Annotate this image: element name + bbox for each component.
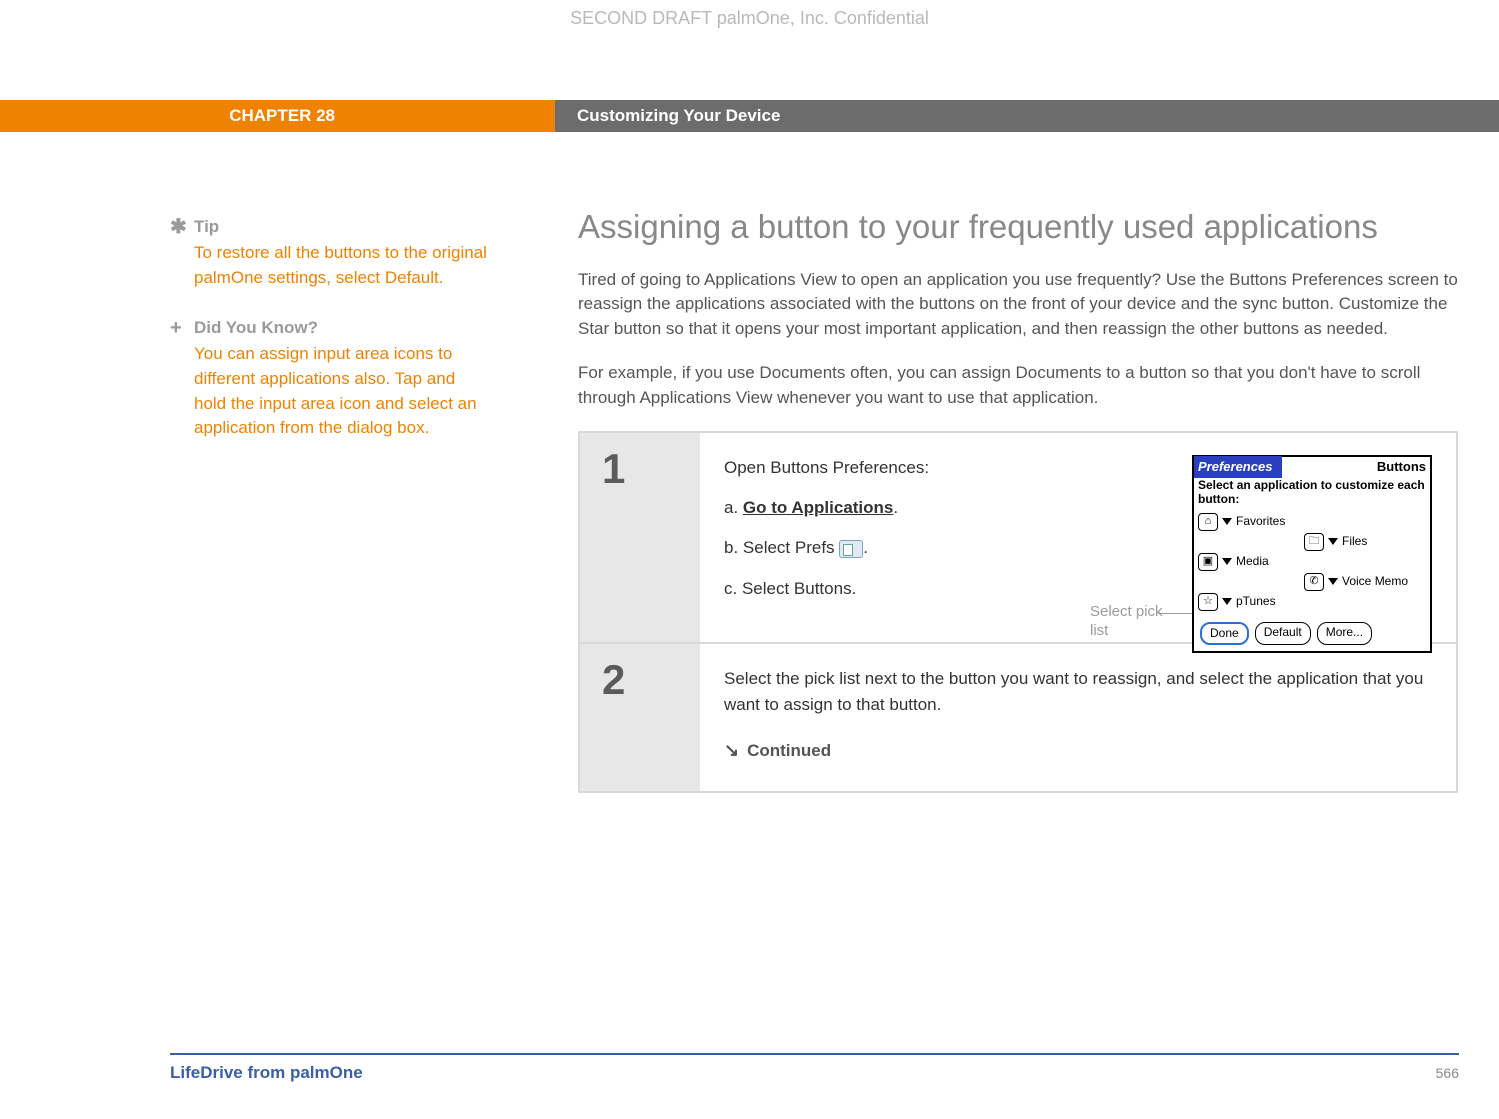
asterisk-icon: ✱ bbox=[170, 217, 194, 237]
palm-label-media: Media bbox=[1236, 552, 1269, 571]
tip-heading: Tip bbox=[194, 217, 219, 237]
chapter-number: CHAPTER 28 bbox=[0, 100, 555, 132]
palm-row-files: 🗀 Files bbox=[1304, 532, 1367, 551]
star-icon: ☆ bbox=[1198, 593, 1218, 611]
step-1a: a. Go to Applications. bbox=[724, 495, 1084, 521]
page-title: Assigning a button to your frequently us… bbox=[578, 205, 1458, 250]
tip-block: ✱ Tip To restore all the buttons to the … bbox=[170, 217, 490, 290]
step-1c: c. Select Buttons. bbox=[724, 576, 1084, 602]
plus-icon: + bbox=[170, 318, 194, 338]
chevron-down-icon bbox=[1328, 578, 1338, 585]
palm-preferences-screenshot: Preferences Buttons Select an applicatio… bbox=[1192, 455, 1432, 653]
chapter-header: CHAPTER 28 Customizing Your Device bbox=[0, 100, 1499, 132]
palm-label-favorites: Favorites bbox=[1236, 512, 1285, 531]
sidebar-notes: ✱ Tip To restore all the buttons to the … bbox=[170, 217, 490, 469]
prefs-icon bbox=[839, 540, 863, 558]
tip-body: To restore all the buttons to the origin… bbox=[194, 241, 490, 290]
step-1: 1 Open Buttons Preferences: a. Go to App… bbox=[580, 433, 1456, 644]
step-1-title: Open Buttons Preferences: bbox=[724, 455, 1084, 481]
palm-label-files: Files bbox=[1342, 532, 1367, 551]
palm-done-button: Done bbox=[1200, 622, 1249, 645]
step-1a-prefix: a. bbox=[724, 498, 743, 517]
step-2-number: 2 bbox=[580, 644, 700, 791]
chevron-down-icon bbox=[1328, 538, 1338, 545]
media-icon: ▣ bbox=[1198, 553, 1218, 571]
chapter-title: Customizing Your Device bbox=[555, 100, 1499, 132]
chevron-down-icon bbox=[1222, 598, 1232, 605]
step-1b-prefix: b. Select Prefs bbox=[724, 538, 839, 557]
home-icon: ⌂ bbox=[1198, 513, 1218, 531]
voice-icon: ✆ bbox=[1304, 573, 1324, 591]
main-content: Assigning a button to your frequently us… bbox=[578, 205, 1458, 793]
go-to-applications-link[interactable]: Go to Applications bbox=[743, 498, 893, 517]
step-1a-suffix: . bbox=[893, 498, 898, 517]
palm-row-media: ▣ Media bbox=[1198, 552, 1269, 571]
palm-more-button: More... bbox=[1317, 622, 1372, 645]
palm-subtitle: Select an application to customize each … bbox=[1194, 477, 1430, 511]
intro-paragraph-1: Tired of going to Applications View to o… bbox=[578, 268, 1458, 342]
did-you-know-block: + Did You Know? You can assign input are… bbox=[170, 318, 490, 441]
continued-label: Continued bbox=[747, 738, 831, 764]
page-footer: LifeDrive from palmOne 566 bbox=[170, 1053, 1459, 1083]
dyk-heading: Did You Know? bbox=[194, 318, 318, 338]
palm-title-left: Preferences bbox=[1194, 456, 1282, 478]
palm-row-favorites: ⌂ Favorites bbox=[1198, 512, 1285, 531]
chevron-down-icon bbox=[1222, 518, 1232, 525]
confidential-watermark: SECOND DRAFT palmOne, Inc. Confidential bbox=[0, 8, 1499, 29]
folder-icon: 🗀 bbox=[1304, 533, 1324, 551]
palm-title-right: Buttons bbox=[1377, 457, 1430, 477]
callout-select-picklist: Select pick list bbox=[1090, 603, 1174, 641]
continued-indicator: ↘ Continued bbox=[724, 737, 1432, 765]
palm-default-button: Default bbox=[1255, 622, 1311, 645]
step-2: 2 Select the pick list next to the butto… bbox=[580, 644, 1456, 791]
palm-label-voicememo: Voice Memo bbox=[1342, 572, 1408, 591]
footer-product: LifeDrive from palmOne bbox=[170, 1063, 363, 1083]
step-2-text: Select the pick list next to the button … bbox=[724, 666, 1432, 719]
step-1-number: 1 bbox=[580, 433, 700, 642]
palm-row-voicememo: ✆ Voice Memo bbox=[1304, 572, 1408, 591]
arrow-down-right-icon: ↘ bbox=[724, 737, 739, 765]
step-1b-suffix: . bbox=[863, 538, 868, 557]
palm-row-ptunes: ☆ pTunes bbox=[1198, 592, 1276, 611]
intro-paragraph-2: For example, if you use Documents often,… bbox=[578, 361, 1458, 410]
palm-label-ptunes: pTunes bbox=[1236, 592, 1276, 611]
steps-container: 1 Open Buttons Preferences: a. Go to App… bbox=[578, 431, 1458, 793]
chevron-down-icon bbox=[1222, 558, 1232, 565]
callout-line bbox=[1158, 613, 1192, 614]
footer-page-number: 566 bbox=[1436, 1065, 1459, 1081]
dyk-body: You can assign input area icons to diffe… bbox=[194, 342, 490, 441]
step-1b: b. Select Prefs . bbox=[724, 535, 1084, 561]
